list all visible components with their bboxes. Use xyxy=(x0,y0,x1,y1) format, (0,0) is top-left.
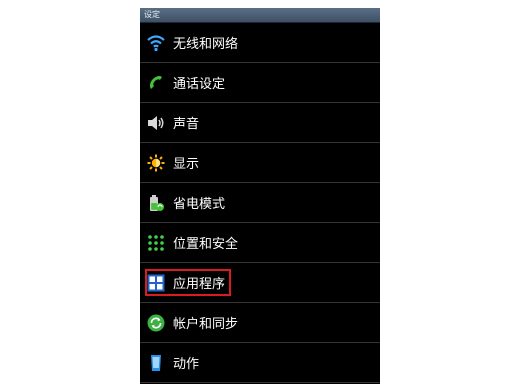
battery-recycle-icon xyxy=(147,194,165,212)
settings-item-label: 位置和安全 xyxy=(173,237,239,252)
settings-item-location-security[interactable]: 位置和安全 xyxy=(140,223,380,263)
settings-item-label: 应用程序 xyxy=(173,277,226,292)
speaker-icon xyxy=(147,114,165,132)
apps-grid-icon xyxy=(147,274,165,292)
phone-tilt-icon xyxy=(147,354,165,372)
settings-item-display[interactable]: 显示 xyxy=(140,143,380,183)
settings-item-call-settings[interactable]: 通话设定 xyxy=(140,63,380,103)
settings-item-accounts-sync[interactable]: 帐户和同步 xyxy=(140,303,380,343)
pattern-lock-icon xyxy=(147,234,165,252)
phone-screen: 设定 无线和网络 通话设定 声音 显示 省电模式 位置和安全 应用程序 帐户和同… xyxy=(140,8,380,384)
settings-item-label: 显示 xyxy=(173,157,200,172)
wifi-icon xyxy=(147,34,165,52)
settings-item-power-saving[interactable]: 省电模式 xyxy=(140,183,380,223)
page-title: 设定 xyxy=(140,8,380,23)
settings-item-label: 帐户和同步 xyxy=(173,317,239,332)
settings-list: 无线和网络 通话设定 声音 显示 省电模式 位置和安全 应用程序 帐户和同步 动… xyxy=(140,23,380,383)
settings-item-motion[interactable]: 动作 xyxy=(140,343,380,383)
settings-item-sound[interactable]: 声音 xyxy=(140,103,380,143)
settings-item-applications[interactable]: 应用程序 xyxy=(140,263,380,303)
phone-icon xyxy=(147,74,165,92)
settings-item-wireless-network[interactable]: 无线和网络 xyxy=(140,23,380,63)
settings-item-label: 通话设定 xyxy=(173,77,226,92)
settings-item-label: 无线和网络 xyxy=(173,37,239,52)
settings-item-label: 声音 xyxy=(173,117,200,132)
brightness-icon xyxy=(147,154,165,172)
settings-item-label: 省电模式 xyxy=(173,197,226,212)
settings-item-label: 动作 xyxy=(173,357,200,372)
sync-icon xyxy=(147,314,165,332)
